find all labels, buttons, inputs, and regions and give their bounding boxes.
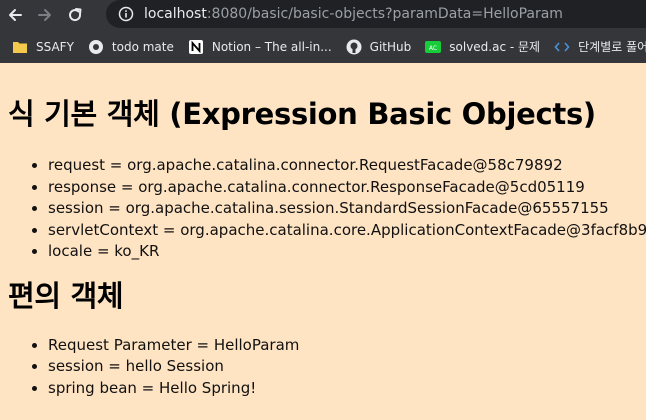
bookmark-label: 단계별로 풀어	[578, 40, 646, 54]
solvedac-icon: AC	[425, 39, 442, 55]
browser-toolbar: localhost:8080/basic/basic-objects?param…	[0, 0, 646, 30]
bookmark-step-problems[interactable]: 단계별로 풀어	[554, 30, 646, 63]
list-item: session = hello Session	[48, 356, 638, 378]
back-button[interactable]	[0, 0, 30, 30]
list-item: response = org.apache.catalina.connector…	[48, 177, 638, 199]
reload-icon	[69, 8, 82, 22]
bookmark-label: solved.ac - 문제	[449, 40, 541, 54]
folder-icon	[12, 39, 28, 55]
bookmark-ssafy[interactable]: SSAFY	[12, 30, 74, 63]
list-item: spring bean = Hello Spring!	[48, 378, 638, 400]
list-item: servletContext = org.apache.catalina.cor…	[48, 220, 646, 242]
notion-icon	[188, 39, 204, 55]
list-item: locale = ko_KR	[48, 241, 638, 263]
code-icon	[554, 39, 570, 55]
svg-text:AC: AC	[429, 45, 437, 52]
bookmarks-bar: SSAFY todo mate Notion – The all-in... G…	[0, 30, 646, 63]
github-icon	[346, 39, 362, 55]
url-path: :8080/basic/basic-objects?paramData=Hell…	[206, 6, 563, 22]
page-title: 식 기본 객체 (Expression Basic Objects)	[8, 97, 596, 131]
url-host: localhost	[144, 6, 207, 22]
bookmark-solved-ac[interactable]: AC solved.ac - 문제	[425, 30, 540, 63]
section-heading: 편의 객체	[8, 278, 124, 313]
bookmark-github[interactable]: GitHub	[346, 30, 412, 63]
list-item: request = org.apache.catalina.connector.…	[48, 155, 638, 177]
basic-objects-list: request = org.apache.catalina.connector.…	[8, 155, 646, 263]
reload-button[interactable]	[60, 0, 90, 30]
browser-chrome: localhost:8080/basic/basic-objects?param…	[0, 0, 646, 63]
list-item: Request Parameter = HelloParam	[48, 335, 638, 357]
forward-button[interactable]	[30, 0, 60, 30]
bookmark-todo-mate[interactable]: todo mate	[88, 30, 174, 63]
bookmark-label: GitHub	[369, 39, 412, 54]
address-bar[interactable]: localhost:8080/basic/basic-objects?param…	[106, 0, 646, 28]
todomate-icon	[88, 39, 104, 55]
bookmark-notion[interactable]: Notion – The all-in...	[188, 30, 332, 63]
arrow-left-icon	[9, 9, 22, 21]
info-icon[interactable]	[118, 6, 134, 22]
bookmark-label: todo mate	[111, 39, 174, 54]
list-item: session = org.apache.catalina.session.St…	[48, 198, 638, 220]
bookmark-label: Notion – The all-in...	[211, 39, 332, 54]
convenience-objects-list: Request Parameter = HelloParam session =…	[8, 335, 638, 400]
page-content: 식 기본 객체 (Expression Basic Objects) reque…	[0, 91, 646, 399]
url-text[interactable]: localhost:8080/basic/basic-objects?param…	[144, 6, 563, 22]
arrow-right-icon	[38, 9, 51, 21]
bookmark-label: SSAFY	[36, 39, 74, 54]
